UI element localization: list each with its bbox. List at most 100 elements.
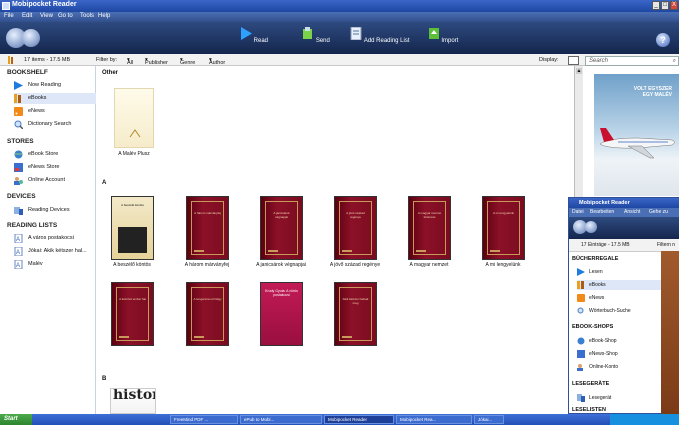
reading-list-icon: A: [14, 247, 23, 256]
sidebar-item-dictionary-search[interactable]: Dictionary Search: [14, 119, 96, 130]
send-button[interactable]: Send: [296, 27, 336, 44]
german-item-enews[interactable]: eNews: [577, 293, 667, 303]
sidebar-item-enews-store[interactable]: eNews Store: [14, 162, 96, 173]
reading-list-icon: [350, 26, 362, 41]
search-icon[interactable]: ⌕: [673, 57, 676, 65]
cover-ornament: [119, 336, 129, 338]
forward-button[interactable]: [22, 29, 40, 47]
item-count: 17 items - 17.5 MB: [24, 57, 71, 63]
filter-publisher-dropdown[interactable]: Publisher ▾: [145, 57, 168, 66]
globe-icon: [577, 337, 585, 345]
book-cover-title: Akik kétszer halnak meg: [342, 297, 369, 305]
taskbar-task[interactable]: Mobipocket Reader: [324, 415, 394, 424]
german-item-label: Lesen: [589, 269, 603, 275]
sidebar-item-ebook-store[interactable]: eBook Store: [14, 149, 96, 160]
sidebar-item-enews[interactable]: eNews: [14, 106, 96, 117]
books-icon: [577, 281, 584, 289]
book-cover[interactable]: A három márványfej: [186, 196, 229, 260]
book-cover[interactable]: A tengerszemű hölgy: [186, 282, 229, 346]
maximize-button[interactable]: □: [661, 1, 669, 10]
book-cover[interactable]: A jövő század regénye: [334, 196, 377, 260]
german-reader-window[interactable]: Mobipocket Reader Datei Bearbeiten Ansic…: [568, 197, 679, 414]
close-button[interactable]: X: [670, 1, 678, 10]
scroll-up-icon[interactable]: ▲: [576, 68, 582, 74]
book-cover-title: A három márványfej: [194, 211, 221, 215]
sidebar-item-ebooks[interactable]: eBooks: [14, 93, 96, 104]
german-menu-bar: Datei Bearbeiten Ansicht Gehe zu: [569, 208, 679, 217]
sidebar-item-reading-list[interactable]: A A város postakocsi: [14, 233, 96, 244]
german-item-label: eBook-Shop: [589, 338, 617, 344]
book-cover-title: A mi lengyelünk: [492, 211, 514, 215]
minimize-button[interactable]: _: [652, 1, 660, 10]
help-button[interactable]: ?: [656, 33, 670, 47]
display-mode-icon[interactable]: [568, 56, 579, 65]
book-caption: A magyar nemzet: [409, 262, 449, 268]
svg-text:A: A: [16, 263, 20, 269]
book-caption: A beszélő köntös: [113, 262, 151, 268]
menu-view[interactable]: View: [40, 13, 53, 19]
sidebar-item-label: eBook Store: [28, 151, 59, 157]
reading-list-icon: A: [14, 234, 23, 243]
sidebar-item-now-reading[interactable]: Now Reading: [14, 80, 96, 91]
filter-genre-dropdown[interactable]: Genre ▾: [180, 57, 195, 66]
german-item-ebook-shop[interactable]: eBook-Shop: [577, 336, 667, 346]
ad-banner[interactable]: VOLT EGYSZER EGY MALÉV: [594, 74, 679, 196]
taskbar-task[interactable]: Jókai...: [474, 415, 504, 424]
book-cover[interactable]: [114, 88, 154, 148]
menu-datei[interactable]: Datei: [572, 208, 584, 217]
book-cover-title: Krúdy Gyula: A vörös postakocsi: [265, 289, 298, 297]
book-cover[interactable]: A kőszívű ember fiai: [111, 282, 154, 346]
search-input[interactable]: Search ⌕: [585, 56, 679, 66]
german-item-enews-shop[interactable]: eNews-Shop: [577, 349, 667, 359]
menu-help[interactable]: Help: [98, 13, 110, 19]
menu-bar: File Edit View Go to Tools Help: [0, 12, 679, 22]
svg-text:A: A: [16, 237, 20, 243]
book-cover[interactable]: A mi lengyelünk: [482, 196, 525, 260]
menu-file[interactable]: File: [4, 13, 14, 19]
menu-ansicht[interactable]: Ansicht: [624, 208, 640, 217]
filter-all-dropdown[interactable]: All ▾: [127, 57, 133, 66]
section-ebook-shops: EBOOK-SHOPS: [572, 324, 614, 330]
sidebar-item-reading-list[interactable]: A Malév: [14, 259, 96, 270]
menu-bearbeiten[interactable]: Bearbeiten: [590, 208, 614, 217]
german-item-lesegeraet[interactable]: Lesegerät: [577, 393, 667, 403]
group-header-a: A: [102, 180, 107, 186]
book-cover[interactable]: A beszélő köntös: [111, 196, 154, 260]
add-reading-list-button[interactable]: Add Reading List: [350, 26, 410, 44]
library-icon: [8, 56, 13, 64]
menu-gehe-zu[interactable]: Gehe zu: [649, 208, 668, 217]
book-cover[interactable]: Krúdy Gyula: A vörös postakocsi: [260, 282, 303, 346]
book-caption: A három márványfej: [184, 262, 230, 268]
german-item-lesen[interactable]: Lesen: [577, 267, 667, 277]
vertical-scrollbar[interactable]: ▲: [574, 66, 583, 216]
sidebar-item-online-account[interactable]: Online Account: [14, 175, 96, 186]
book-cover[interactable]: history: [110, 388, 156, 414]
read-button[interactable]: Read: [234, 27, 274, 44]
sidebar-item-reading-list[interactable]: A Jókai: Akik kétszer hal...: [14, 246, 96, 257]
book-cover[interactable]: A janicsárok végnapjai: [260, 196, 303, 260]
taskbar-task[interactable]: FreeMind PDF ...: [170, 415, 238, 424]
menu-tools[interactable]: Tools: [80, 13, 94, 19]
book-cover-title: A kőszívű ember fiai: [119, 297, 146, 301]
forward-button[interactable]: [585, 221, 597, 233]
news-store-icon: [577, 350, 585, 358]
sidebar-item-reading-devices[interactable]: Reading Devices: [14, 205, 96, 216]
filter-author-dropdown[interactable]: Author ▾: [209, 57, 225, 66]
german-item-woerterbuch[interactable]: Wörterbuch-Suche: [577, 306, 667, 316]
menu-edit[interactable]: Edit: [22, 13, 32, 19]
start-button[interactable]: Start: [0, 414, 32, 425]
bookshelf-background: [661, 251, 679, 414]
filter-bar: 17 items - 17.5 MB Filter by: All ▾ Publ…: [0, 54, 679, 66]
german-item-online-konto[interactable]: Online-Konto: [577, 362, 667, 372]
taskbar-task[interactable]: ePub to Mobi...: [240, 415, 322, 424]
german-item-ebooks[interactable]: eBooks: [577, 280, 667, 290]
taskbar-task[interactable]: Mobipocket Rea...: [396, 415, 472, 424]
cover-frame: [191, 201, 224, 255]
import-button[interactable]: Import: [423, 27, 463, 44]
news-store-icon: [14, 163, 23, 172]
menu-goto[interactable]: Go to: [58, 13, 73, 19]
book-cover[interactable]: Akik kétszer halnak meg: [334, 282, 377, 346]
book-grid: Other A Malév Plusz A A beszélő köntös A…: [96, 66, 574, 414]
book-cover[interactable]: A magyar nemzet története: [408, 196, 451, 260]
sidebar-item-label: Dictionary Search: [28, 121, 72, 127]
